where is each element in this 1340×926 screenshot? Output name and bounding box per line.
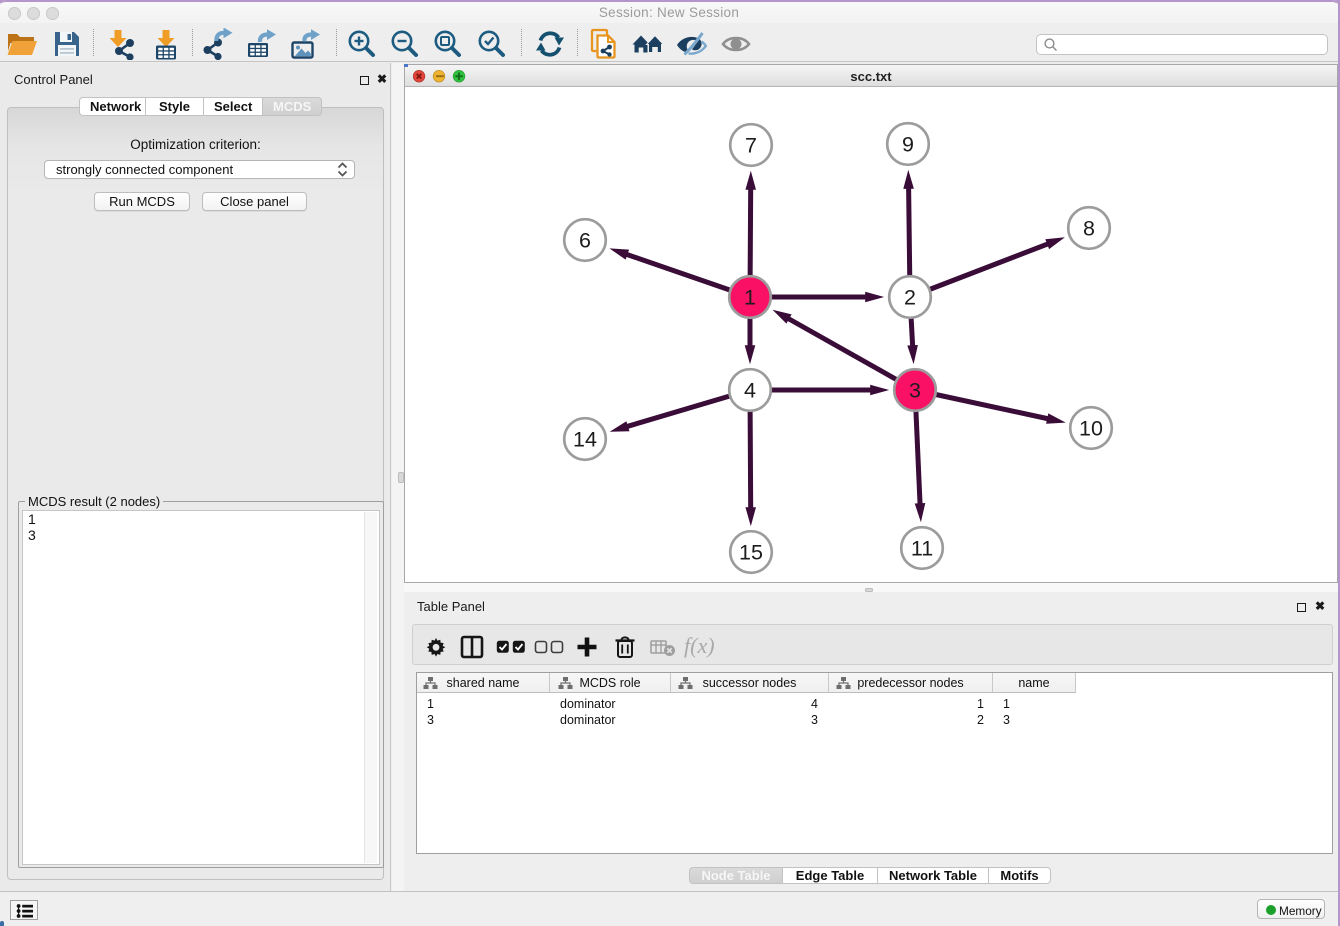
svg-text:11: 11	[911, 537, 933, 561]
svg-text:6: 6	[579, 229, 591, 253]
svg-text:7: 7	[745, 134, 757, 158]
svg-text:1: 1	[744, 286, 756, 310]
svg-text:14: 14	[573, 428, 597, 452]
svg-text:2: 2	[904, 286, 916, 310]
svg-text:3: 3	[909, 379, 921, 403]
svg-text:4: 4	[744, 379, 756, 403]
svg-text:8: 8	[1083, 217, 1095, 241]
svg-text:15: 15	[739, 541, 763, 565]
svg-text:10: 10	[1079, 417, 1103, 441]
svg-text:9: 9	[902, 133, 914, 157]
